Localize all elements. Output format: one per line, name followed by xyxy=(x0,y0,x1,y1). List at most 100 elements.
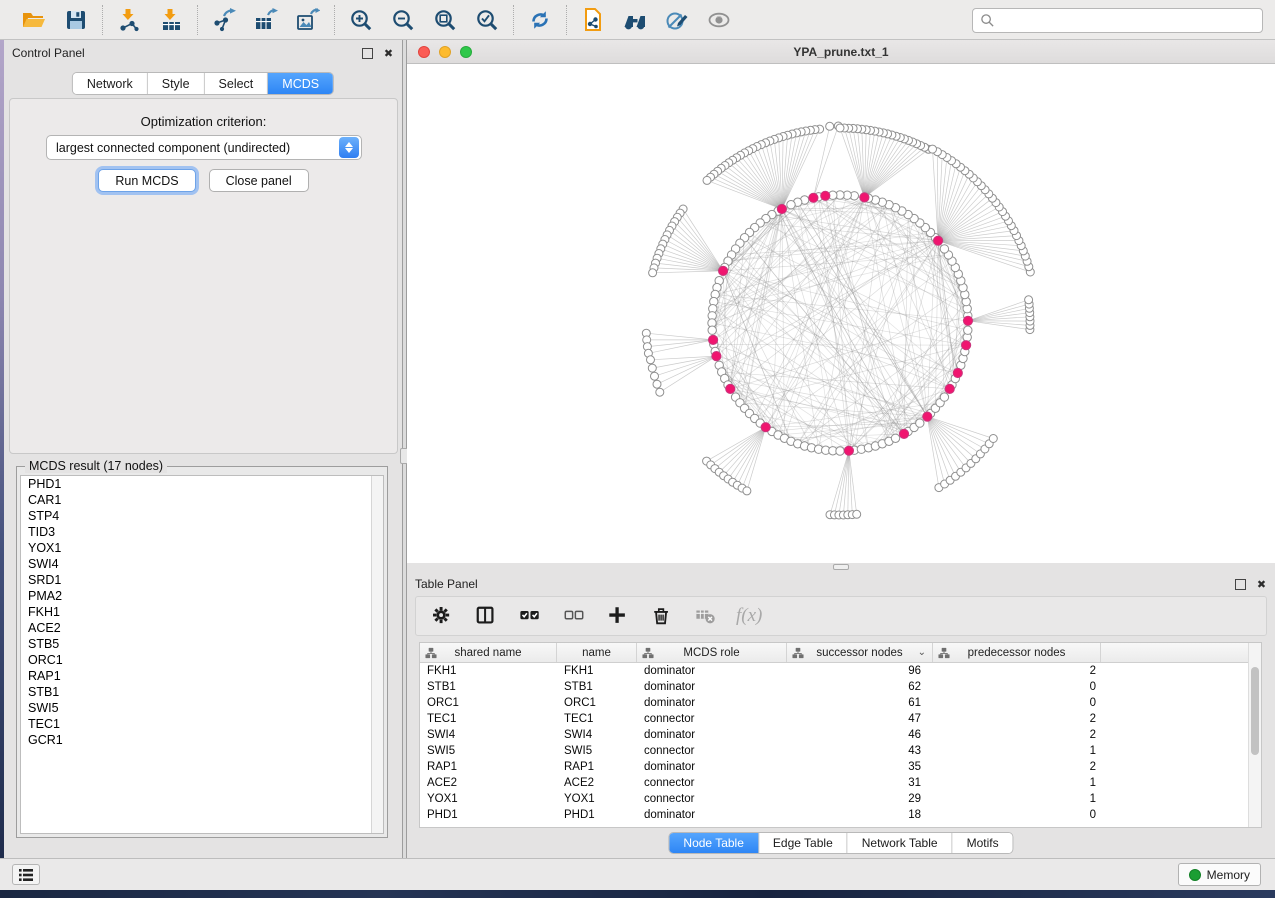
result-node-item[interactable]: PHD1 xyxy=(21,476,383,492)
search-input[interactable] xyxy=(995,11,1262,31)
zoom-out-button[interactable] xyxy=(389,6,417,34)
result-node-item[interactable]: TID3 xyxy=(21,524,383,540)
maximize-window-icon[interactable] xyxy=(460,46,472,58)
graph-node[interactable] xyxy=(1025,296,1033,304)
refresh-button[interactable] xyxy=(526,6,554,34)
column-header-name[interactable]: name xyxy=(557,643,637,662)
graph-node[interactable] xyxy=(891,434,899,442)
graph-node[interactable] xyxy=(708,326,716,334)
graph-node-mcds[interactable] xyxy=(899,429,908,438)
graph-node[interactable] xyxy=(787,201,795,209)
graph-node[interactable] xyxy=(940,245,948,253)
graph-node[interactable] xyxy=(836,124,844,132)
table-row[interactable]: PHD1PHD1dominator180 xyxy=(420,807,1248,823)
graph-node[interactable] xyxy=(964,326,972,334)
graph-node-mcds[interactable] xyxy=(712,352,721,361)
column-header-shared-name[interactable]: shared name xyxy=(420,643,557,662)
graph-node-mcds[interactable] xyxy=(761,423,770,432)
graph-node[interactable] xyxy=(929,145,937,153)
result-node-item[interactable]: RAP1 xyxy=(21,668,383,684)
tab-edge-table[interactable]: Edge Table xyxy=(759,833,848,853)
task-history-button[interactable] xyxy=(12,864,40,885)
open-button[interactable] xyxy=(20,6,48,34)
result-node-item[interactable]: STB5 xyxy=(21,636,383,652)
column-header-predecessor-nodes[interactable]: predecessor nodes xyxy=(933,643,1101,662)
toggle-details-button[interactable] xyxy=(663,6,691,34)
graph-node[interactable] xyxy=(940,393,948,401)
graph-node[interactable] xyxy=(651,372,659,380)
float-table-panel-icon[interactable] xyxy=(1235,579,1246,590)
graph-node-mcds[interactable] xyxy=(821,191,830,200)
result-node-item[interactable]: YOX1 xyxy=(21,540,383,556)
close-panel-button[interactable]: Close panel xyxy=(209,169,309,192)
graph-node-mcds[interactable] xyxy=(860,193,869,202)
result-node-item[interactable]: STB1 xyxy=(21,684,383,700)
graph-node-mcds[interactable] xyxy=(709,335,718,344)
tab-network[interactable]: Network xyxy=(73,73,148,94)
export-table-button[interactable] xyxy=(252,6,280,34)
horizontal-splitter[interactable] xyxy=(407,563,1275,571)
tab-select[interactable]: Select xyxy=(205,73,269,94)
result-node-item[interactable]: STP4 xyxy=(21,508,383,524)
tab-motifs[interactable]: Motifs xyxy=(953,833,1013,853)
deselect-all-button[interactable] xyxy=(560,602,588,630)
graph-node-mcds[interactable] xyxy=(923,412,932,421)
graph-node[interactable] xyxy=(836,447,844,455)
result-node-item[interactable]: SWI4 xyxy=(21,556,383,572)
minimize-window-icon[interactable] xyxy=(439,46,451,58)
graph-node[interactable] xyxy=(647,356,655,364)
result-node-item[interactable]: TEC1 xyxy=(21,716,383,732)
select-all-button[interactable] xyxy=(516,602,544,630)
result-node-item[interactable]: FKH1 xyxy=(21,604,383,620)
graph-node-mcds[interactable] xyxy=(844,446,853,455)
zoom-selected-button[interactable] xyxy=(473,6,501,34)
column-header-MCDS-role[interactable]: MCDS role xyxy=(637,643,787,662)
table-row[interactable]: SWI5SWI5connector431 xyxy=(420,743,1248,759)
result-node-item[interactable]: SRD1 xyxy=(21,572,383,588)
graph-node-mcds[interactable] xyxy=(726,384,735,393)
table-scrollbar-thumb[interactable] xyxy=(1251,667,1259,755)
graph-node[interactable] xyxy=(649,269,657,277)
import-table-button[interactable] xyxy=(157,6,185,34)
table-row[interactable]: SWI4SWI4dominator462 xyxy=(420,727,1248,743)
delete-button[interactable] xyxy=(648,602,676,630)
graph-node-mcds[interactable] xyxy=(809,193,818,202)
result-node-item[interactable]: ORC1 xyxy=(21,652,383,668)
run-mcds-button[interactable]: Run MCDS xyxy=(98,169,195,192)
graph-node-mcds[interactable] xyxy=(953,368,962,377)
result-node-item[interactable]: ACE2 xyxy=(21,620,383,636)
graph-node-mcds[interactable] xyxy=(945,384,954,393)
table-scrollbar[interactable] xyxy=(1248,643,1261,827)
binoculars-button[interactable] xyxy=(621,6,649,34)
graph-node[interactable] xyxy=(653,380,661,388)
tab-node-table[interactable]: Node Table xyxy=(669,833,759,853)
graph-node[interactable] xyxy=(853,510,861,518)
graph-node-mcds[interactable] xyxy=(777,204,786,213)
graph-node[interactable] xyxy=(989,435,997,443)
tab-network-table[interactable]: Network Table xyxy=(848,833,953,853)
memory-button[interactable]: Memory xyxy=(1178,863,1261,886)
network-file-button[interactable] xyxy=(579,6,607,34)
network-canvas[interactable] xyxy=(407,64,1275,563)
optimization-criterion-select[interactable]: largest connected component (undirected) xyxy=(46,135,362,160)
column-header-successor-nodes[interactable]: successor nodes⌄ xyxy=(787,643,933,662)
graph-node[interactable] xyxy=(916,419,924,427)
table-row[interactable]: ORC1ORC1dominator610 xyxy=(420,695,1248,711)
graph-node[interactable] xyxy=(743,487,751,495)
close-table-panel-icon[interactable]: ✖ xyxy=(1256,579,1267,590)
import-network-button[interactable] xyxy=(115,6,143,34)
graph-node-mcds[interactable] xyxy=(962,341,971,350)
graph-node[interactable] xyxy=(826,122,834,130)
table-row[interactable]: ACE2ACE2connector311 xyxy=(420,775,1248,791)
graph-node[interactable] xyxy=(656,388,664,396)
graph-node-mcds[interactable] xyxy=(963,316,972,325)
close-panel-icon[interactable]: ✖ xyxy=(383,48,394,59)
columns-button[interactable] xyxy=(472,602,500,630)
horizontal-splitter-grip[interactable] xyxy=(833,564,849,570)
gear-button[interactable] xyxy=(428,602,456,630)
result-list-scrollbar[interactable] xyxy=(371,476,383,833)
result-node-item[interactable]: GCR1 xyxy=(21,732,383,748)
graph-node-mcds[interactable] xyxy=(719,266,728,275)
graph-node[interactable] xyxy=(703,176,711,184)
result-node-item[interactable]: CAR1 xyxy=(21,492,383,508)
